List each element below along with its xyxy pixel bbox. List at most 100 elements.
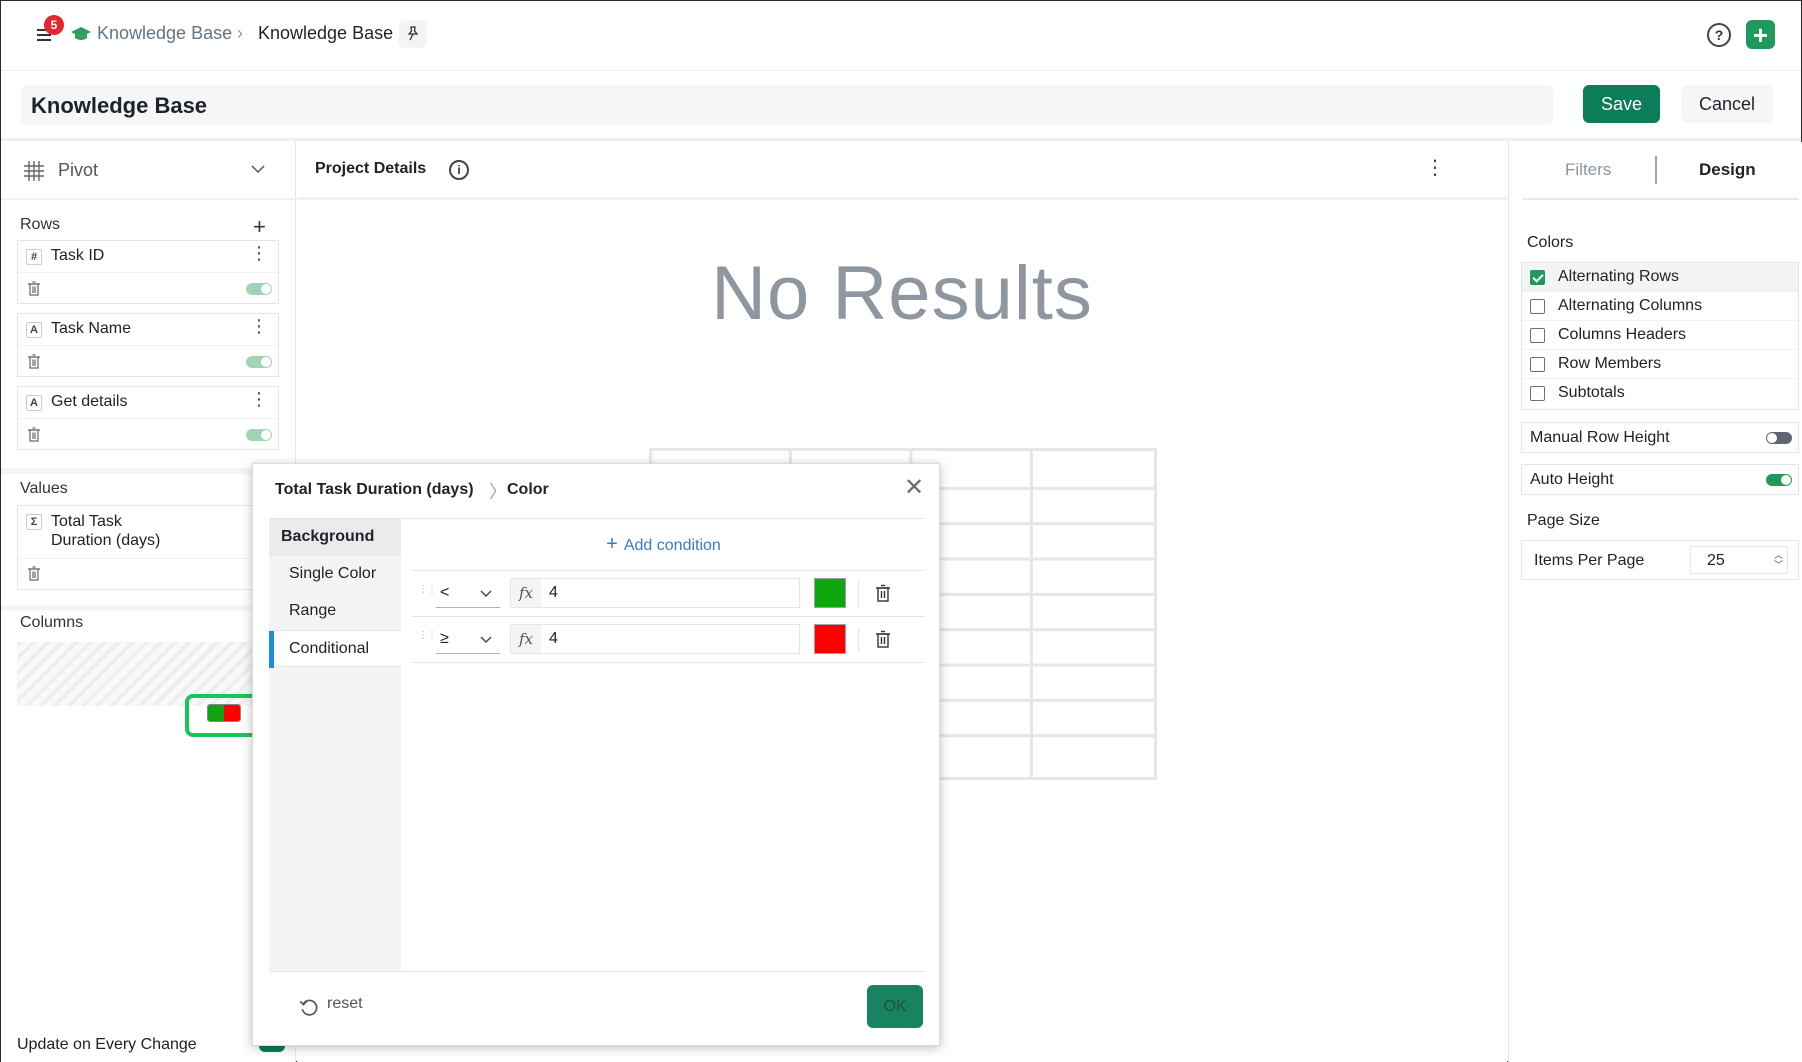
manual-row-height-row: Manual Row Height: [1521, 422, 1799, 453]
condition-row: ⋮⋮ ≥ fx 4: [412, 617, 925, 663]
items-per-page-input[interactable]: 25 ︿ ﹀: [1690, 546, 1788, 574]
checkbox[interactable]: [1530, 270, 1545, 285]
color-mode-nav: Background Single Color Range Conditiona…: [269, 519, 401, 972]
row-field-card[interactable]: # Task ID ⋮: [17, 240, 279, 304]
condition-row: ⋮⋮ < fx 4: [412, 571, 925, 617]
condition-value-input[interactable]: fx 4: [510, 624, 800, 654]
breadcrumb-link[interactable]: Knowledge Base: [97, 23, 232, 44]
chevron-down-icon: [480, 636, 492, 643]
plus-icon: +: [606, 533, 618, 555]
checkbox[interactable]: [1530, 328, 1545, 343]
option-alternating-rows[interactable]: Alternating Rows: [1522, 263, 1798, 292]
auto-height-toggle[interactable]: [1766, 474, 1792, 486]
pin-button[interactable]: [399, 20, 427, 48]
option-columns-headers[interactable]: Columns Headers: [1522, 321, 1798, 350]
formula-icon[interactable]: fx: [511, 579, 541, 607]
tab-divider: [1655, 156, 1657, 184]
drag-handle-icon[interactable]: ⋮⋮: [418, 631, 437, 641]
save-button[interactable]: Save: [1583, 85, 1660, 123]
app-window: 5 Knowledge Base › Knowledge Base ? + Kn…: [0, 0, 1802, 1062]
items-per-page-row: Items Per Page 25 ︿ ﹀: [1521, 540, 1799, 580]
field-name: Task ID: [51, 247, 105, 264]
trash-icon[interactable]: [28, 281, 40, 296]
number-type-icon: #: [26, 249, 42, 265]
color-swatch[interactable]: [814, 578, 846, 608]
add-row-icon[interactable]: +: [253, 216, 266, 238]
more-options-icon[interactable]: ⋮: [250, 390, 268, 408]
title-bar: Knowledge Base Save Cancel: [1, 71, 1801, 141]
close-icon[interactable]: ✕: [904, 476, 924, 500]
trash-icon[interactable]: [876, 630, 890, 648]
nav-header-background[interactable]: Background: [269, 519, 401, 556]
operator-select[interactable]: ≥: [436, 626, 500, 654]
design-panel: Filters Design Colors Alternating Rows A…: [1508, 142, 1802, 1062]
formula-icon[interactable]: fx: [511, 625, 541, 653]
auto-height-row: Auto Height: [1521, 464, 1799, 495]
color-format-button[interactable]: [207, 704, 241, 722]
manual-row-height-toggle[interactable]: [1766, 432, 1792, 444]
trash-icon[interactable]: [876, 584, 890, 602]
checkbox[interactable]: [1530, 386, 1545, 401]
tab-filters[interactable]: Filters: [1565, 160, 1611, 180]
checkbox[interactable]: [1530, 357, 1545, 372]
values-label: Values: [20, 480, 68, 497]
help-icon[interactable]: ?: [1707, 23, 1731, 47]
field-toggle[interactable]: [246, 429, 272, 441]
add-button[interactable]: +: [1746, 20, 1775, 49]
grid-icon: [24, 161, 44, 181]
sum-type-icon: Σ: [26, 514, 42, 530]
conditions-area: + Add condition ⋮⋮ < fx 4 ⋮⋮ ≥ fx 4: [402, 519, 925, 971]
nav-item-single-color[interactable]: Single Color: [269, 556, 401, 593]
breadcrumb-separator: ›: [237, 23, 243, 43]
graduation-cap-icon: [71, 27, 91, 40]
ok-button[interactable]: OK: [867, 985, 923, 1028]
pin-icon: [407, 26, 419, 41]
value-field-card[interactable]: Σ Total Task Duration (days): [17, 505, 279, 590]
breadcrumb-current: Knowledge Base: [258, 23, 394, 43]
more-options-icon[interactable]: ⋮: [1425, 158, 1445, 178]
tab-design[interactable]: Design: [1699, 160, 1756, 180]
nav-item-range[interactable]: Range: [269, 593, 401, 630]
condition-value-input[interactable]: fx 4: [510, 578, 800, 608]
row-field-card[interactable]: A Task Name ⋮: [17, 313, 279, 377]
dialog-body: Background Single Color Range Conditiona…: [269, 519, 925, 972]
field-name: Total Task Duration (days): [51, 513, 161, 549]
more-options-icon[interactable]: ⋮: [250, 244, 268, 262]
manual-row-height-label: Manual Row Height: [1530, 429, 1670, 446]
chevron-down-icon: [480, 590, 492, 597]
colors-label: Colors: [1527, 234, 1574, 251]
field-toggle[interactable]: [246, 283, 272, 295]
no-results-message: No Results: [711, 251, 1093, 336]
add-condition-button[interactable]: + Add condition: [402, 533, 925, 556]
trash-icon[interactable]: [28, 354, 40, 369]
tab-underline: [1523, 198, 1799, 200]
checkbox[interactable]: [1530, 299, 1545, 314]
dialog-title: Total Task Duration (days): [275, 481, 474, 498]
widget-title: Project Details: [315, 160, 427, 177]
cancel-button[interactable]: Cancel: [1681, 85, 1773, 123]
trash-icon[interactable]: [28, 427, 40, 442]
visualization-select[interactable]: Pivot: [1, 142, 296, 200]
drag-handle-icon[interactable]: ⋮⋮: [418, 585, 437, 595]
row-field-card[interactable]: A Get details ⋮: [17, 386, 279, 450]
more-options-icon[interactable]: ⋮: [250, 317, 268, 335]
visualization-label: Pivot: [58, 160, 99, 180]
dialog-subtitle: Color: [507, 481, 549, 498]
option-subtotals[interactable]: Subtotals: [1522, 379, 1798, 408]
text-type-icon: A: [26, 322, 42, 338]
nav-item-conditional[interactable]: Conditional: [269, 630, 401, 668]
field-toggle[interactable]: [246, 356, 272, 368]
widget-header: Project Details i ⋮: [297, 142, 1507, 200]
stepper-icon[interactable]: ︿ ﹀: [1774, 550, 1783, 570]
info-icon[interactable]: i: [449, 160, 469, 180]
chevron-down-icon: [251, 165, 265, 174]
operator-select[interactable]: <: [436, 580, 500, 608]
field-name: Task Name: [51, 320, 132, 337]
trash-icon[interactable]: [28, 566, 40, 581]
rows-label: Rows: [20, 216, 61, 233]
text-type-icon: A: [26, 395, 42, 411]
option-row-members[interactable]: Row Members: [1522, 350, 1798, 379]
dashboard-title-input[interactable]: Knowledge Base: [21, 85, 1553, 125]
color-swatch[interactable]: [814, 624, 846, 654]
option-alternating-columns[interactable]: Alternating Columns: [1522, 292, 1798, 321]
